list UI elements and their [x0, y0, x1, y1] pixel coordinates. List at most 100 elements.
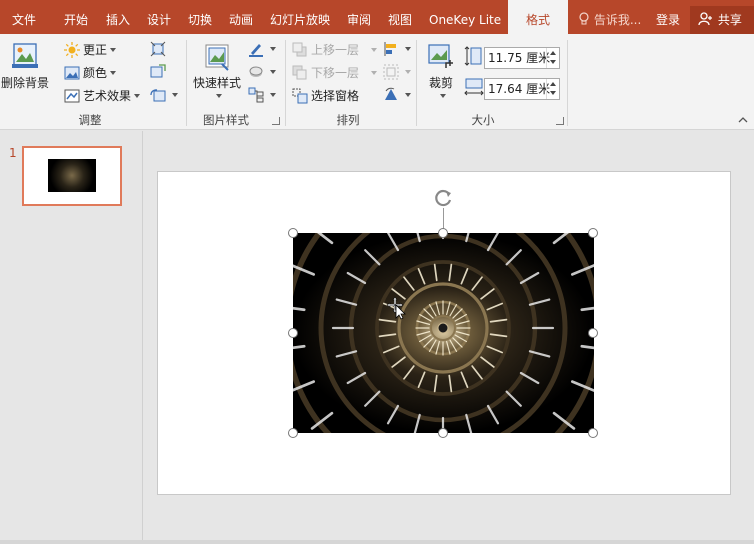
change-picture-icon — [150, 64, 166, 78]
group-divider — [416, 40, 417, 126]
pen-border-icon — [249, 44, 263, 57]
size-group-label: 大小 — [471, 113, 495, 127]
dialog-launcher-icon[interactable] — [556, 117, 564, 125]
share-label: 共享 — [717, 13, 742, 27]
picture-border-button[interactable] — [248, 41, 276, 57]
reset-picture-icon — [150, 89, 166, 102]
crop-button[interactable]: 裁剪 — [424, 42, 458, 98]
rotate-icon — [385, 87, 397, 100]
tab-slideshow[interactable]: 幻灯片放映 — [270, 0, 330, 34]
thumbnail-picture — [48, 159, 96, 192]
height-spinner-icon[interactable] — [546, 48, 559, 68]
chevron-down-icon — [134, 93, 141, 98]
sun-icon — [64, 41, 80, 58]
selected-picture[interactable] — [293, 233, 594, 433]
slide-number: 1 — [9, 146, 17, 160]
resize-handle-left[interactable] — [288, 328, 298, 338]
shape-height-input[interactable]: 11.75 厘米 — [484, 47, 560, 69]
shape-width-input[interactable]: 17.64 厘米 — [484, 78, 560, 100]
dialog-launcher-icon[interactable] — [272, 117, 280, 125]
picture-effects-button[interactable] — [248, 64, 276, 80]
arrange-group-label: 排列 — [336, 113, 360, 127]
selection-pane-icon — [292, 88, 308, 103]
share-button[interactable]: 共享 — [690, 6, 754, 34]
change-picture-button[interactable] — [150, 64, 169, 80]
color-button[interactable]: 颜色 — [64, 64, 117, 81]
shape-width-icon — [464, 78, 484, 96]
tell-me-search[interactable]: 告诉我... — [578, 0, 641, 34]
shape-height-value: 11.75 厘米 — [488, 51, 551, 65]
chevron-down-icon — [405, 70, 411, 74]
quick-styles-label: 快速样式 — [192, 76, 241, 90]
resize-handle-top-right[interactable] — [588, 228, 598, 238]
bring-forward-icon — [292, 42, 307, 56]
remove-background-button[interactable]: 删除背景 — [1, 42, 50, 91]
resize-handle-bottom-right[interactable] — [588, 428, 598, 438]
shape-width-value: 17.64 厘米 — [488, 82, 551, 96]
person-icon — [698, 12, 712, 26]
chevron-down-icon — [371, 47, 378, 52]
chevron-down-icon — [270, 47, 276, 51]
corrections-button[interactable]: 更正 — [64, 41, 117, 58]
move-cursor-icon — [386, 296, 406, 320]
chevron-down-icon — [172, 93, 178, 97]
send-backward-label: 下移一层 — [311, 66, 360, 80]
align-icon — [384, 42, 396, 56]
adjust-group-label: 调整 — [78, 113, 102, 127]
chevron-down-icon — [215, 94, 222, 98]
login-link[interactable]: 登录 — [656, 0, 680, 34]
group-divider — [186, 40, 187, 126]
resize-handle-right[interactable] — [588, 328, 598, 338]
chevron-down-icon — [110, 47, 117, 52]
picture-layout-button[interactable] — [248, 87, 276, 103]
chevron-down-icon — [405, 47, 411, 51]
chevron-down-icon — [439, 94, 446, 98]
tab-transitions[interactable]: 切换 — [188, 0, 212, 34]
resize-handle-top-left[interactable] — [288, 228, 298, 238]
tab-onekey-lite[interactable]: OneKey Lite — [429, 0, 501, 34]
tab-design[interactable]: 设计 — [147, 0, 171, 34]
chevron-down-icon — [371, 70, 378, 75]
compress-icon — [150, 41, 166, 57]
resize-handle-top[interactable] — [438, 228, 448, 238]
width-spinner-icon[interactable] — [546, 79, 559, 99]
group-objects-button[interactable] — [383, 64, 411, 80]
horizontal-scrollbar[interactable] — [0, 540, 754, 544]
artistic-effects-icon — [64, 89, 80, 102]
tab-animations[interactable]: 动画 — [229, 0, 253, 34]
effects-icon — [249, 66, 263, 77]
send-backward-button[interactable]: 下移一层 — [292, 64, 378, 81]
align-button[interactable] — [383, 41, 411, 57]
resize-handle-bottom-left[interactable] — [288, 428, 298, 438]
remove-background-label: 删除背景 — [1, 76, 50, 90]
resize-handle-bottom[interactable] — [438, 428, 448, 438]
slide-thumbnail-1[interactable] — [22, 146, 122, 206]
tell-me-label: 告诉我... — [593, 13, 642, 27]
tab-view[interactable]: 视图 — [388, 0, 412, 34]
selection-pane-button[interactable]: 选择窗格 — [292, 87, 359, 104]
tab-insert[interactable]: 插入 — [106, 0, 130, 34]
selection-pane-label: 选择窗格 — [311, 89, 360, 103]
rotate-button[interactable] — [383, 87, 411, 103]
corrections-label: 更正 — [83, 43, 108, 57]
picture-styles-group-label: 图片样式 — [203, 113, 249, 127]
picture-layout-icon — [248, 87, 264, 103]
bring-forward-button[interactable]: 上移一层 — [292, 41, 378, 58]
tab-file[interactable]: 文件 — [12, 0, 36, 34]
tab-format[interactable]: 格式 — [508, 0, 568, 34]
artistic-effects-label: 艺术效果 — [83, 89, 132, 103]
crop-label: 裁剪 — [428, 76, 453, 90]
radial-light-picture — [293, 233, 594, 433]
artistic-effects-button[interactable]: 艺术效果 — [64, 87, 141, 104]
collapse-ribbon-icon[interactable] — [738, 116, 748, 124]
tab-home[interactable]: 开始 — [64, 0, 88, 34]
tab-review[interactable]: 审阅 — [347, 0, 371, 34]
chevron-down-icon — [405, 93, 411, 97]
crop-icon — [428, 44, 453, 68]
group-divider — [285, 40, 286, 126]
reset-picture-button[interactable] — [150, 87, 178, 103]
compress-pictures-button[interactable] — [150, 41, 169, 57]
quick-styles-button[interactable]: 快速样式 — [192, 42, 242, 98]
rotate-handle-icon[interactable] — [434, 188, 454, 208]
quick-styles-icon — [205, 44, 229, 71]
